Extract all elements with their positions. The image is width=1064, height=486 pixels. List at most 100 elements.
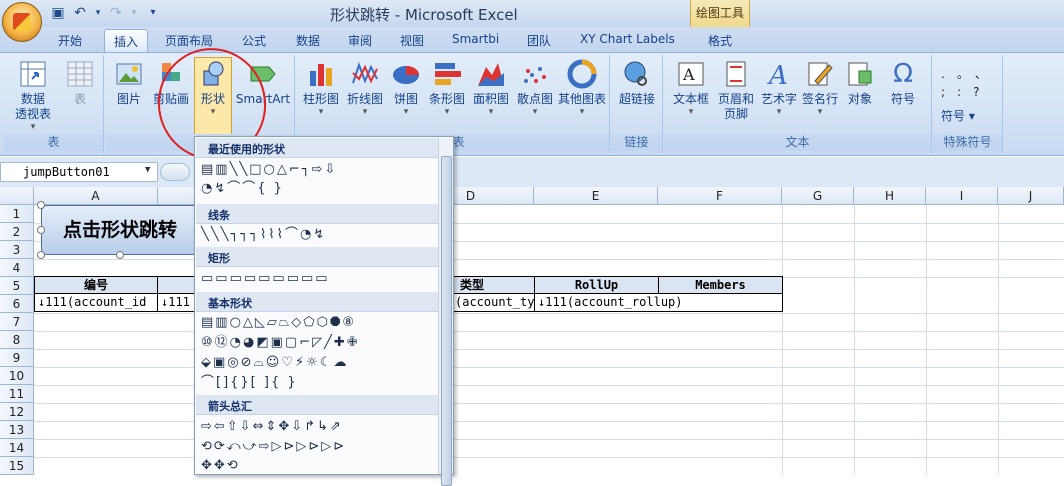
wordart-button[interactable]: A 艺术字 ▾	[758, 59, 800, 117]
gridline	[854, 205, 855, 475]
col-header-a[interactable]: A	[34, 187, 158, 205]
area-chart-button[interactable]: 面积图 ▾	[470, 59, 512, 117]
gallery-scrollbar[interactable]	[438, 138, 453, 486]
save-icon[interactable]: ▣	[50, 5, 66, 21]
row-header-14[interactable]: 14	[0, 439, 34, 457]
tab-team[interactable]: 团队	[527, 32, 551, 49]
line-chart-button[interactable]: 折线图 ▾	[344, 59, 386, 117]
row-header-8[interactable]: 8	[0, 331, 34, 349]
cell-a6[interactable]: ↓111(account_id	[34, 294, 158, 312]
jump-shape-button[interactable]: 点击形状跳转	[41, 205, 199, 255]
basic-shapes-row[interactable]: ⑩⑫◔◕◩▣▢⌐◸╱✚✙	[201, 334, 360, 352]
special-symbol-button[interactable]: 符号 ▾	[941, 107, 975, 124]
symbol-period[interactable]: .	[941, 67, 957, 81]
col-header-h[interactable]: H	[854, 187, 926, 205]
symbol-comma[interactable]: 、	[975, 67, 999, 81]
redo-icon[interactable]: ↷	[108, 5, 124, 21]
col-header-i[interactable]: I	[926, 187, 998, 205]
select-all-corner[interactable]	[0, 187, 34, 205]
shapes-gallery-menu[interactable]: 最近使用的形状 ▤▥╲╲□○△⌐┐⇨⇩ ◔↯⌒⌒{ } 线条 ╲╲╲┐┐┐⌇⌇⌇…	[194, 136, 454, 486]
rectangles-row[interactable]: ▭▭▭▭▭▭▭▭▭	[201, 270, 330, 288]
gallery-scroll-thumb[interactable]	[441, 156, 452, 486]
row-header-12[interactable]: 12	[0, 403, 34, 421]
scatter-chart-button[interactable]: 散点图 ▾	[514, 59, 556, 117]
tab-home[interactable]: 开始	[58, 32, 82, 49]
basic-shapes-row[interactable]: ⬙▣◎⊘⌓☺♡⚡☼☾☁	[201, 354, 348, 372]
resize-handle[interactable]	[37, 201, 45, 209]
block-arrows-row[interactable]: ✥✥⟲	[201, 457, 240, 475]
redo-dropdown-icon[interactable]: ▾	[126, 5, 142, 21]
special-symbol-grid[interactable]: .。、 ;:?	[941, 65, 997, 101]
col-header-e[interactable]: E	[534, 187, 658, 205]
cell-e5[interactable]: RollUp	[534, 276, 659, 294]
tab-xy-chart-labels[interactable]: XY Chart Labels	[580, 32, 675, 46]
block-arrows-row[interactable]: ⇨⇦⇧⇩⇔⇕✥⇩↱↳⇗	[201, 418, 343, 436]
basic-shapes-row[interactable]: ▤▥○△◺▱⏢◇⬠⬡⯃⑧	[201, 314, 356, 332]
tab-review[interactable]: 审阅	[348, 32, 372, 49]
row-header-9[interactable]: 9	[0, 349, 34, 367]
column-chart-button[interactable]: 柱形图 ▾	[300, 59, 342, 117]
cell-a5[interactable]: 编号	[34, 276, 158, 294]
picture-label: 图片	[116, 92, 141, 106]
symbol-button[interactable]: Ω 符号	[880, 59, 926, 107]
header-footer-button[interactable]: 页眉和 页脚	[714, 59, 758, 122]
row-header-4[interactable]: 4	[0, 259, 34, 277]
basic-shapes-row[interactable]: ⌒[]{}[ ]{ }	[201, 374, 298, 392]
tab-smartbi[interactable]: Smartbi	[452, 32, 499, 46]
row-header-13[interactable]: 13	[0, 421, 34, 439]
customize-qat-icon[interactable]: ▾	[145, 5, 161, 21]
resize-handle[interactable]	[37, 226, 45, 234]
gridline	[34, 349, 1064, 350]
recent-shapes-row[interactable]: ◔↯⌒⌒{ }	[201, 180, 284, 198]
pie-chart-button[interactable]: 饼图 ▾	[388, 59, 424, 117]
row-header-5[interactable]: 5	[0, 277, 34, 295]
other-charts-button[interactable]: 其他图表 ▾	[558, 59, 606, 117]
undo-dropdown-icon[interactable]: ▾	[90, 5, 106, 21]
formula-bar-handle[interactable]	[160, 163, 190, 181]
name-box[interactable]: jumpButton01 ▼	[0, 162, 158, 182]
tab-data[interactable]: 数据	[296, 32, 320, 49]
signature-line-button[interactable]: 签名行 ▾	[800, 59, 840, 117]
resize-handle[interactable]	[37, 251, 45, 259]
scatter-chart-icon	[524, 67, 546, 83]
block-arrows-row[interactable]: ⟲⟳⤺⤻⇨▷⊳▷⊳▷⊳	[201, 438, 346, 456]
row-header-7[interactable]: 7	[0, 313, 34, 331]
symbol-colon[interactable]: :	[957, 85, 973, 99]
row-header-2[interactable]: 2	[0, 223, 34, 241]
tab-view[interactable]: 视图	[400, 32, 424, 49]
resize-handle[interactable]	[116, 251, 124, 259]
row-header-10[interactable]: 10	[0, 367, 34, 385]
cell-f5[interactable]: Members	[658, 276, 783, 294]
pivot-table-button[interactable]: 数据 透视表 ▾	[8, 59, 58, 132]
recent-shapes-row[interactable]: ▤▥╲╲□○△⌐┐⇨⇩	[201, 161, 337, 179]
row-header-15[interactable]: 15	[0, 457, 34, 475]
tab-formulas[interactable]: 公式	[242, 32, 266, 49]
object-button[interactable]: 对象	[842, 59, 878, 107]
name-box-dropdown-icon[interactable]: ▼	[145, 165, 150, 175]
col-header-g[interactable]: G	[782, 187, 854, 205]
jump-shape-text: 点击形状跳转	[62, 219, 177, 241]
row-header-6[interactable]: 6	[0, 295, 34, 313]
symbol-full-stop[interactable]: 。	[957, 67, 975, 81]
tab-format[interactable]: 格式	[708, 32, 732, 49]
textbox-icon: A	[678, 62, 704, 86]
symbol-semicolon[interactable]: ;	[941, 85, 957, 99]
tab-insert[interactable]: 插入	[104, 29, 148, 53]
undo-icon[interactable]: ↶	[72, 5, 88, 21]
table-button[interactable]: 表	[60, 59, 100, 107]
pivot-table-label: 数据 透视表	[14, 92, 51, 121]
row-header-1[interactable]: 1	[0, 205, 34, 223]
bar-chart-button[interactable]: 条形图 ▾	[426, 59, 468, 117]
row-header-11[interactable]: 11	[0, 385, 34, 403]
cell-e6[interactable]: ↓111(account_rollup)	[534, 294, 783, 312]
col-header-j[interactable]: J	[998, 187, 1064, 205]
textbox-button[interactable]: A 文本框 ▾	[668, 59, 714, 117]
picture-button[interactable]: 图片	[111, 59, 147, 107]
symbol-question[interactable]: ?	[973, 85, 991, 99]
row-header-3[interactable]: 3	[0, 241, 34, 259]
col-header-f[interactable]: F	[658, 187, 782, 205]
office-button[interactable]	[2, 2, 42, 42]
tab-page-layout[interactable]: 页面布局	[165, 32, 213, 49]
hyperlink-button[interactable]: 超链接	[615, 59, 659, 107]
lines-row[interactable]: ╲╲╲┐┐┐⌇⌇⌇⌒◔↯	[201, 226, 326, 244]
